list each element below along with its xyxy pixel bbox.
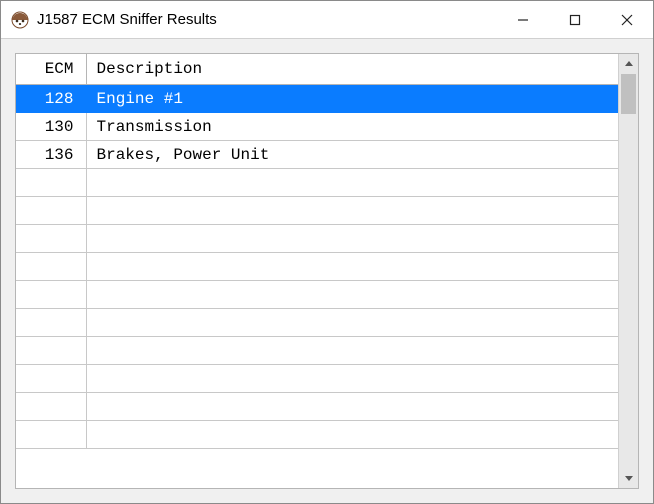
cell-ecm: 128	[16, 85, 86, 113]
results-table: ECM Description 128Engine #1130Transmiss…	[16, 54, 618, 449]
cell-empty	[86, 197, 618, 225]
vertical-scrollbar[interactable]	[618, 54, 638, 488]
client-area: ECM Description 128Engine #1130Transmiss…	[1, 39, 653, 503]
table-row-empty	[16, 365, 618, 393]
cell-empty	[86, 253, 618, 281]
maximize-button[interactable]	[549, 1, 601, 38]
results-panel: ECM Description 128Engine #1130Transmiss…	[15, 53, 639, 489]
table-row-empty	[16, 337, 618, 365]
cell-empty	[86, 365, 618, 393]
cell-description: Brakes, Power Unit	[86, 141, 618, 169]
cell-ecm: 130	[16, 113, 86, 141]
cell-empty	[16, 421, 86, 449]
cell-empty	[86, 309, 618, 337]
column-header-description[interactable]: Description	[86, 54, 618, 85]
scroll-track[interactable]	[619, 74, 638, 468]
cell-empty	[86, 421, 618, 449]
scroll-up-button[interactable]	[619, 54, 638, 74]
table-row-empty	[16, 169, 618, 197]
table-header-row: ECM Description	[16, 54, 618, 85]
app-window: J1587 ECM Sniffer Results ECM Descriptio…	[0, 0, 654, 504]
cell-empty	[16, 169, 86, 197]
close-button[interactable]	[601, 1, 653, 38]
scroll-down-button[interactable]	[619, 468, 638, 488]
cell-empty	[86, 225, 618, 253]
cell-empty	[86, 393, 618, 421]
cell-empty	[86, 337, 618, 365]
table-row-empty	[16, 197, 618, 225]
cell-empty	[16, 337, 86, 365]
results-table-wrap: ECM Description 128Engine #1130Transmiss…	[16, 54, 618, 488]
cell-empty	[16, 281, 86, 309]
table-row[interactable]: 136Brakes, Power Unit	[16, 141, 618, 169]
table-row[interactable]: 128Engine #1	[16, 85, 618, 113]
app-icon	[11, 11, 29, 29]
cell-empty	[16, 253, 86, 281]
cell-empty	[86, 169, 618, 197]
table-row-empty	[16, 225, 618, 253]
table-row-empty	[16, 281, 618, 309]
cell-description: Engine #1	[86, 85, 618, 113]
cell-empty	[16, 365, 86, 393]
table-row-empty	[16, 421, 618, 449]
table-row[interactable]: 130Transmission	[16, 113, 618, 141]
cell-ecm: 136	[16, 141, 86, 169]
table-row-empty	[16, 393, 618, 421]
window-title: J1587 ECM Sniffer Results	[37, 11, 497, 28]
cell-empty	[16, 393, 86, 421]
window-controls	[497, 1, 653, 38]
cell-empty	[16, 225, 86, 253]
cell-description: Transmission	[86, 113, 618, 141]
minimize-button[interactable]	[497, 1, 549, 38]
table-row-empty	[16, 253, 618, 281]
table-row-empty	[16, 309, 618, 337]
cell-empty	[86, 281, 618, 309]
cell-empty	[16, 197, 86, 225]
cell-empty	[16, 309, 86, 337]
scroll-thumb[interactable]	[621, 74, 636, 114]
titlebar[interactable]: J1587 ECM Sniffer Results	[1, 1, 653, 39]
table-body: 128Engine #1130Transmission136Brakes, Po…	[16, 85, 618, 449]
column-header-ecm[interactable]: ECM	[16, 54, 86, 85]
